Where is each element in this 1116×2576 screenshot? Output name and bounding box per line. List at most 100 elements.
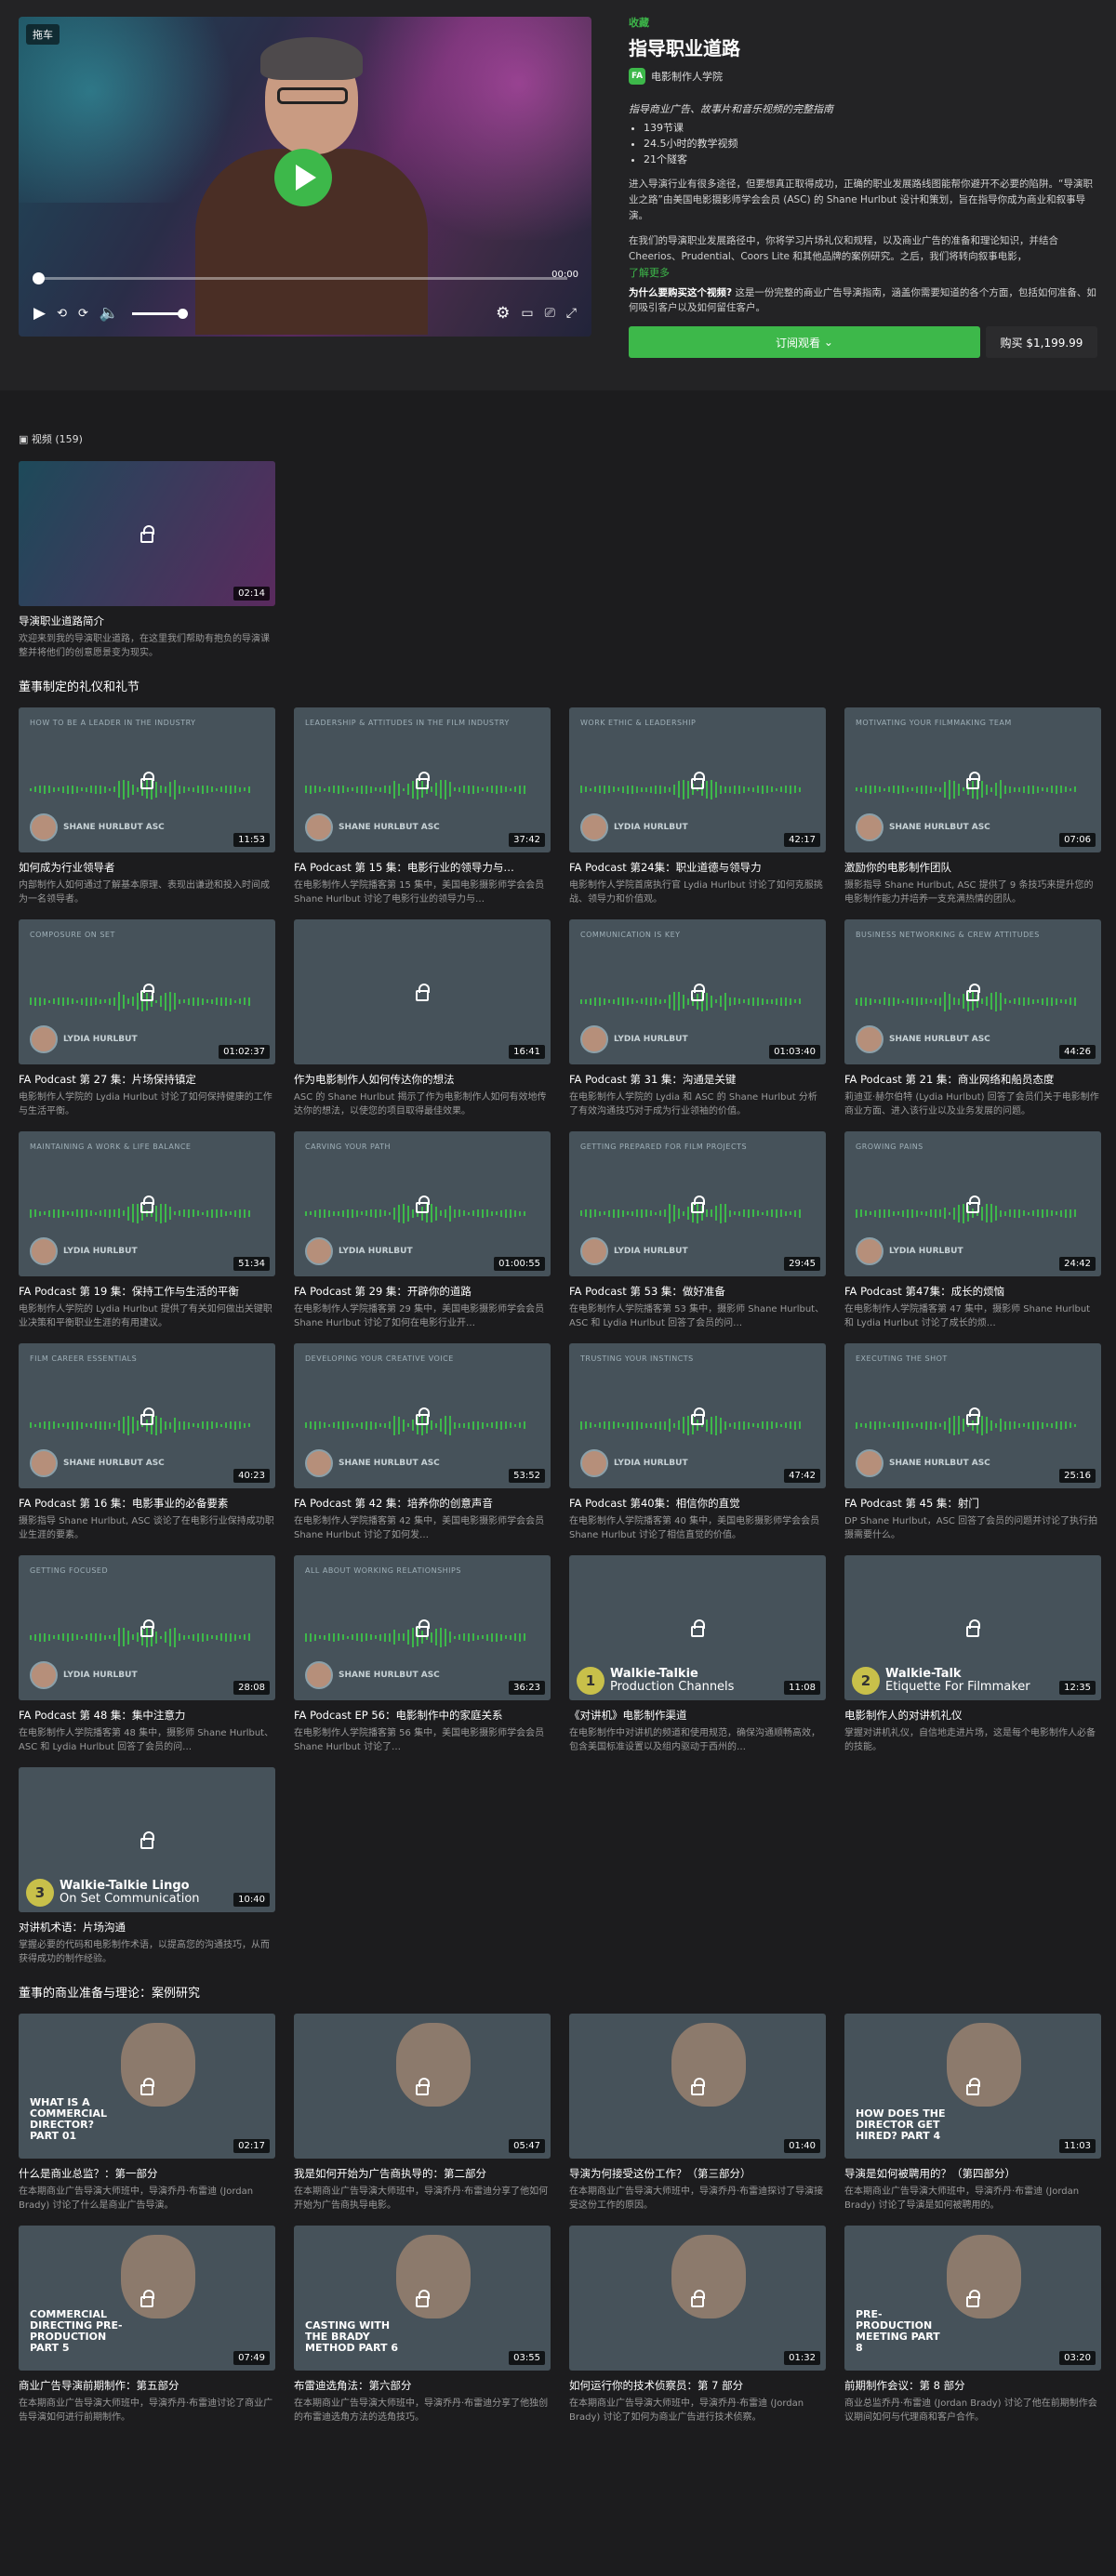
volume-icon[interactable]: 🔈 bbox=[100, 304, 119, 323]
video-card[interactable]: COMMUNICATION IS KEY LYDIA HURLBUT 01:03:4… bbox=[569, 919, 826, 1118]
video-thumbnail[interactable]: EXECUTING THE SHOT SHANE HURLBUT ASC 25:16 bbox=[844, 1343, 1101, 1488]
video-card[interactable]: HOW TO BE A LEADER IN THE INDUSTRY SHANE … bbox=[19, 707, 275, 906]
video-card[interactable]: MOTIVATING YOUR FILMMAKING TEAM SHANE HUR… bbox=[844, 707, 1101, 906]
video-thumbnail[interactable]: 05:47 bbox=[294, 2014, 551, 2159]
video-card[interactable]: PRE-PRODUCTION MEETING PART 8 03:20 前期制作会议… bbox=[844, 2226, 1101, 2424]
video-card[interactable]: LEADERSHIP & ATTITUDES IN THE FILM INDUS… bbox=[294, 707, 551, 906]
video-thumbnail[interactable]: MAINTAINING A WORK & LIFE BALANCE LYDIA H… bbox=[19, 1131, 275, 1276]
org-row[interactable]: FA 电影制作人学院 bbox=[629, 68, 1097, 85]
video-thumbnail[interactable]: PRE-PRODUCTION MEETING PART 8 03:20 bbox=[844, 2226, 1101, 2371]
video-title[interactable]: FA Podcast 第 31 集：沟通是关键 bbox=[569, 1072, 826, 1087]
video-card[interactable]: CASTING WITH THE BRADY METHOD PART 6 03:5… bbox=[294, 2226, 551, 2424]
video-card[interactable]: CARVING YOUR PATH LYDIA HURLBUT 01:00:55 FA… bbox=[294, 1131, 551, 1330]
video-card[interactable]: 02:14 导演职业道路简介 欢迎来到我的导演职业道路，在这里我们帮助有抱负的导… bbox=[19, 461, 275, 660]
video-thumbnail[interactable]: GROWING PAINS LYDIA HURLBUT 24:42 bbox=[844, 1131, 1101, 1276]
video-thumbnail[interactable]: 01:40 bbox=[569, 2014, 826, 2159]
video-title[interactable]: 电影制作人的对讲机礼仪 bbox=[844, 1708, 1101, 1723]
video-card[interactable]: GETTING FOCUSED LYDIA HURLBUT 28:08 FA Podc… bbox=[19, 1555, 275, 1754]
video-title[interactable]: FA Podcast 第 48 集：集中注意力 bbox=[19, 1708, 275, 1723]
volume-slider[interactable] bbox=[132, 308, 189, 319]
video-title[interactable]: 导演职业道路简介 bbox=[19, 614, 275, 628]
video-thumbnail[interactable]: 3 Walkie-Talkie Lingo On Set Communication… bbox=[19, 1767, 275, 1912]
play-icon[interactable]: ▶ bbox=[33, 304, 46, 323]
video-thumbnail[interactable]: COMMUNICATION IS KEY LYDIA HURLBUT 01:03:4… bbox=[569, 919, 826, 1064]
video-title[interactable]: 对讲机术语：片场沟通 bbox=[19, 1920, 275, 1935]
video-thumbnail[interactable]: 02:14 bbox=[19, 461, 275, 606]
video-card[interactable]: BUSINESS NETWORKING & CREW ATTITUDES SHAN… bbox=[844, 919, 1101, 1118]
video-thumbnail[interactable]: BUSINESS NETWORKING & CREW ATTITUDES SHAN… bbox=[844, 919, 1101, 1064]
video-thumbnail[interactable]: TRUSTING YOUR INSTINCTS LYDIA HURLBUT 47:4… bbox=[569, 1343, 826, 1488]
progress-bar[interactable] bbox=[33, 272, 567, 284]
video-card[interactable]: EXECUTING THE SHOT SHANE HURLBUT ASC 25:16… bbox=[844, 1343, 1101, 1542]
rewind-10-icon[interactable]: ⟲ bbox=[57, 307, 67, 321]
forward-10-icon[interactable]: ⟳ bbox=[78, 307, 88, 321]
video-title[interactable]: FA Podcast 第 19 集：保持工作与生活的平衡 bbox=[19, 1284, 275, 1299]
video-card[interactable]: 3 Walkie-Talkie Lingo On Set Communication… bbox=[19, 1767, 275, 1966]
video-title[interactable]: 商业广告导演前期制作：第五部分 bbox=[19, 2378, 275, 2393]
video-title[interactable]: 作为电影制作人如何传达你的想法 bbox=[294, 1072, 551, 1087]
video-title[interactable]: 布雷迪选角法：第六部分 bbox=[294, 2378, 551, 2393]
video-thumbnail[interactable]: GETTING PREPARED FOR FILM PROJECTS LYDIA … bbox=[569, 1131, 826, 1276]
video-title[interactable]: 如何运行你的技术侦察员：第 7 部分 bbox=[569, 2378, 826, 2393]
video-thumbnail[interactable]: COMPOSURE ON SET LYDIA HURLBUT 01:02:37 bbox=[19, 919, 275, 1064]
video-title[interactable]: FA Podcast EP 56：电影制作中的家庭关系 bbox=[294, 1708, 551, 1723]
video-title[interactable]: 如何成为行业领导者 bbox=[19, 860, 275, 875]
video-card[interactable]: 1 Walkie-Talkie Production Channels 11:08 《对… bbox=[569, 1555, 826, 1754]
buy-button[interactable]: 购买 $1,199.99 bbox=[986, 326, 1097, 358]
video-card[interactable]: TRUSTING YOUR INSTINCTS LYDIA HURLBUT 47:4… bbox=[569, 1343, 826, 1542]
video-title[interactable]: FA Podcast 第40集：相信你的直觉 bbox=[569, 1496, 826, 1511]
subscribe-button[interactable]: 订阅观看 ⌄ bbox=[629, 326, 980, 358]
video-title[interactable]: FA Podcast 第 27 集：片场保持镇定 bbox=[19, 1072, 275, 1087]
video-card[interactable]: ALL ABOUT WORKING RELATIONSHIPS SHANE HUR… bbox=[294, 1555, 551, 1754]
video-title[interactable]: 导演是如何被聘用的？（第四部分） bbox=[844, 2166, 1101, 2181]
video-thumbnail[interactable]: 2 Walkie-Talk Etiquette For Filmmaker 12:35 bbox=[844, 1555, 1101, 1700]
video-title[interactable]: 前期制作会议：第 8 部分 bbox=[844, 2378, 1101, 2393]
video-title[interactable]: 导演为何接受这份工作？（第三部分） bbox=[569, 2166, 826, 2181]
video-title[interactable]: FA Podcast 第 15 集：电影行业的领导力与… bbox=[294, 860, 551, 875]
video-title[interactable]: 我是如何开始为广告商执导的：第二部分 bbox=[294, 2166, 551, 2181]
video-card[interactable]: GETTING PREPARED FOR FILM PROJECTS LYDIA … bbox=[569, 1131, 826, 1330]
video-thumbnail[interactable]: COMMERCIAL DIRECTING PRE-PRODUCTION PART… bbox=[19, 2226, 275, 2371]
video-thumbnail[interactable]: LEADERSHIP & ATTITUDES IN THE FILM INDUS… bbox=[294, 707, 551, 852]
video-thumbnail[interactable]: WORK ETHIC & LEADERSHIP LYDIA HURLBUT 42:1… bbox=[569, 707, 826, 852]
video-title[interactable]: FA Podcast 第 53 集：做好准备 bbox=[569, 1284, 826, 1299]
video-thumbnail[interactable]: HOW TO BE A LEADER IN THE INDUSTRY SHANE … bbox=[19, 707, 275, 852]
video-title[interactable]: FA Podcast 第24集：职业道德与领导力 bbox=[569, 860, 826, 875]
video-title[interactable]: FA Podcast 第 16 集：电影事业的必备要素 bbox=[19, 1496, 275, 1511]
video-thumbnail[interactable]: CASTING WITH THE BRADY METHOD PART 6 03:5… bbox=[294, 2226, 551, 2371]
video-title[interactable]: 《对讲机》电影制作渠道 bbox=[569, 1708, 826, 1723]
video-title[interactable]: FA Podcast 第 29 集：开辟你的道路 bbox=[294, 1284, 551, 1299]
video-card[interactable]: HOW DOES THE DIRECTOR GET HIRED? PART 4 1… bbox=[844, 2014, 1101, 2213]
video-player[interactable]: 拖车 00:00 ▶ ⟲ ⟳ 🔈 ⚙ ▭ ⎚ ⤢ bbox=[19, 17, 591, 337]
learn-more-link[interactable]: 了解更多 bbox=[629, 265, 1097, 280]
video-thumbnail[interactable]: CARVING YOUR PATH LYDIA HURLBUT 01:00:55 bbox=[294, 1131, 551, 1276]
video-card[interactable]: 2 Walkie-Talk Etiquette For Filmmaker 12:35… bbox=[844, 1555, 1101, 1754]
video-title[interactable]: 激励你的电影制作团队 bbox=[844, 860, 1101, 875]
video-thumbnail[interactable]: WHAT IS A COMMERCIAL DIRECTOR? PART 01 02… bbox=[19, 2014, 275, 2159]
video-card[interactable]: 16:41 作为电影制作人如何传达你的想法 ASC 的 Shane Hurlbut … bbox=[294, 919, 551, 1118]
video-thumbnail[interactable]: 16:41 bbox=[294, 919, 551, 1064]
video-card[interactable]: WORK ETHIC & LEADERSHIP LYDIA HURLBUT 42:1… bbox=[569, 707, 826, 906]
video-card[interactable]: FILM CAREER ESSENTIALS SHANE HURLBUT ASC 4… bbox=[19, 1343, 275, 1542]
video-card[interactable]: 01:40 导演为何接受这份工作？（第三部分） 在本期商业广告导演大师班中，导演乔丹… bbox=[569, 2014, 826, 2213]
video-thumbnail[interactable]: 1 Walkie-Talkie Production Channels 11:08 bbox=[569, 1555, 826, 1700]
video-title[interactable]: FA Podcast 第 45 集：射门 bbox=[844, 1496, 1101, 1511]
video-card[interactable]: DEVELOPING YOUR CREATIVE VOICE SHANE HURL… bbox=[294, 1343, 551, 1542]
play-button[interactable] bbox=[274, 149, 332, 206]
video-card[interactable]: 01:32 如何运行你的技术侦察员：第 7 部分 在本期商业广告导演大师班中，导演乔… bbox=[569, 2226, 826, 2424]
video-thumbnail[interactable]: HOW DOES THE DIRECTOR GET HIRED? PART 4 1… bbox=[844, 2014, 1101, 2159]
video-card[interactable]: 05:47 我是如何开始为广告商执导的：第二部分 在本期商业广告导演大师班中，导演乔… bbox=[294, 2014, 551, 2213]
video-card[interactable]: COMMERCIAL DIRECTING PRE-PRODUCTION PART… bbox=[19, 2226, 275, 2424]
video-card[interactable]: MAINTAINING A WORK & LIFE BALANCE LYDIA H… bbox=[19, 1131, 275, 1330]
cast-icon[interactable]: ⎚ bbox=[545, 306, 555, 321]
video-thumbnail[interactable]: DEVELOPING YOUR CREATIVE VOICE SHANE HURL… bbox=[294, 1343, 551, 1488]
video-thumbnail[interactable]: FILM CAREER ESSENTIALS SHANE HURLBUT ASC 4… bbox=[19, 1343, 275, 1488]
video-title[interactable]: FA Podcast 第47集：成长的烦恼 bbox=[844, 1284, 1101, 1299]
video-thumbnail[interactable]: ALL ABOUT WORKING RELATIONSHIPS SHANE HUR… bbox=[294, 1555, 551, 1700]
favorite-tag[interactable]: 收藏 bbox=[629, 15, 1097, 30]
video-title[interactable]: 什么是商业总监？：第一部分 bbox=[19, 2166, 275, 2181]
settings-icon[interactable]: ⚙ bbox=[496, 304, 510, 323]
fullscreen-icon[interactable]: ⤢ bbox=[566, 306, 577, 321]
video-card[interactable]: GROWING PAINS LYDIA HURLBUT 24:42 FA Podcas… bbox=[844, 1131, 1101, 1330]
video-title[interactable]: FA Podcast 第 21 集：商业网络和船员态度 bbox=[844, 1072, 1101, 1087]
